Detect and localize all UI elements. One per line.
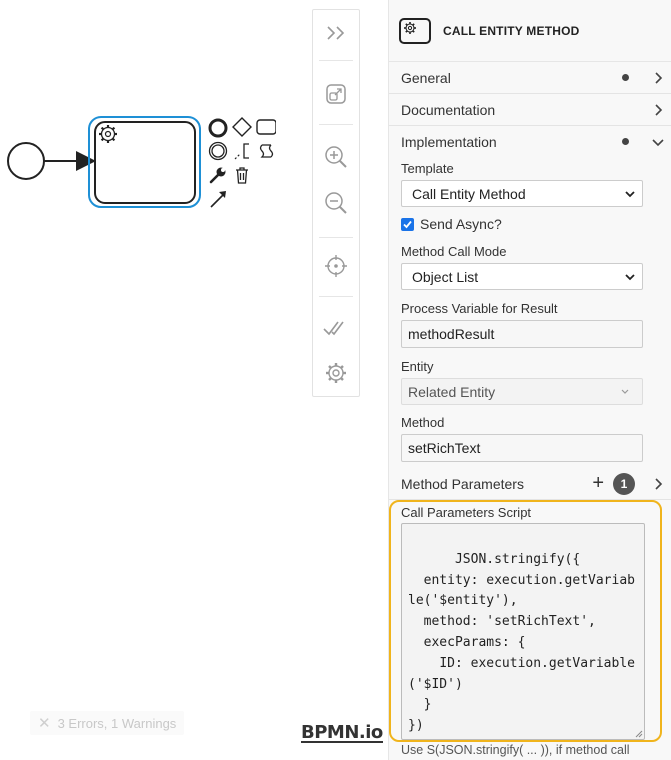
resize-grip-icon[interactable]	[635, 730, 643, 738]
chevron-right-icon	[655, 72, 663, 84]
toolbar-divider	[319, 60, 353, 61]
template-label: Template	[401, 161, 454, 176]
toolbar-divider	[319, 296, 353, 297]
data-marker-dot	[622, 138, 629, 145]
method-call-mode-entry: Method Call Mode Object List	[389, 244, 671, 290]
service-task-header-icon	[399, 17, 431, 44]
start-event[interactable]	[7, 142, 45, 180]
call-parameters-script-label: Call Parameters Script	[401, 505, 532, 520]
intermediate-event-icon[interactable]	[208, 141, 228, 161]
template-select[interactable]: Call Entity Method	[401, 180, 643, 207]
end-event-icon[interactable]	[208, 118, 228, 138]
send-async-label: Send Async?	[420, 216, 502, 232]
chevron-down-icon	[625, 274, 635, 281]
script-text: JSON.stringify({ entity: execution.getVa…	[408, 551, 635, 734]
script-hint-text: Use S(JSON.stringify( ... )), if method …	[401, 743, 630, 757]
method-call-mode-select[interactable]: Object List	[401, 263, 643, 290]
send-async-checkbox[interactable]	[401, 217, 414, 231]
template-entry: Template Call Entity Method	[389, 161, 671, 207]
zoom-out-icon[interactable]	[313, 185, 359, 221]
result-variable-label: Process Variable for Result	[401, 301, 558, 316]
chevron-down-icon	[621, 389, 629, 394]
parameter-count-badge: 1	[613, 473, 635, 495]
linting-status[interactable]: ✕ 3 Errors, 1 Warnings	[30, 711, 185, 735]
toolbar-divider	[319, 237, 353, 238]
linting-text: 3 Errors, 1 Warnings	[57, 715, 177, 731]
chevron-down-icon	[652, 139, 664, 147]
method-parameters-label: Method Parameters	[401, 475, 524, 492]
task-icon[interactable]	[256, 117, 276, 137]
properties-panel: CALL ENTITY METHOD General Documentation…	[388, 0, 671, 760]
toggle-panel-icon[interactable]	[313, 15, 359, 51]
checkmark-icon	[403, 220, 412, 228]
method-entry: Method setRichText	[389, 415, 671, 462]
group-general[interactable]: General	[389, 62, 671, 94]
append-more-icon[interactable]	[256, 141, 276, 161]
connect-arrow-icon[interactable]	[208, 189, 228, 209]
panel-title: CALL ENTITY METHOD	[443, 23, 580, 38]
chevron-right-icon	[655, 104, 663, 116]
chevron-down-icon	[625, 191, 635, 198]
method-input[interactable]: setRichText	[401, 434, 643, 462]
error-close-icon: ✕	[38, 715, 51, 732]
group-implementation[interactable]: Implementation	[389, 126, 671, 158]
validate-icon[interactable]	[313, 310, 359, 346]
group-documentation[interactable]: Documentation	[389, 94, 671, 126]
canvas-toolbar	[312, 9, 360, 397]
gateway-icon[interactable]	[232, 117, 252, 137]
method-call-mode-label: Method Call Mode	[401, 244, 507, 259]
settings-icon[interactable]	[313, 355, 359, 391]
trash-icon[interactable]	[232, 165, 252, 185]
call-parameters-script-textarea[interactable]: JSON.stringify({ entity: execution.getVa…	[401, 523, 645, 740]
entity-entry: Entity Related Entity	[389, 359, 671, 405]
result-variable-input[interactable]: methodResult	[401, 320, 643, 348]
chevron-right-icon[interactable]	[651, 477, 665, 491]
text-annotation-icon[interactable]	[232, 141, 252, 161]
result-variable-entry: Process Variable for Result methodResult	[389, 301, 671, 348]
method-call-mode-value: Object List	[412, 268, 479, 285]
group-documentation-label: Documentation	[401, 101, 496, 118]
data-marker-dot	[622, 74, 629, 81]
bpmn-io-logo[interactable]: BPMN.io	[301, 722, 383, 743]
fit-viewport-icon[interactable]	[313, 76, 359, 112]
template-value: Call Entity Method	[412, 185, 526, 202]
wrench-icon[interactable]	[208, 165, 228, 185]
method-parameters-header[interactable]: Method Parameters + 1	[389, 468, 671, 500]
entity-value: Related Entity	[408, 383, 496, 400]
add-parameter-button[interactable]: +	[592, 472, 604, 494]
toolbar-divider	[319, 124, 353, 125]
call-parameters-script-entry: Call Parameters Script JSON.stringify({ …	[389, 500, 662, 742]
entity-select[interactable]: Related Entity	[401, 378, 643, 405]
entity-label: Entity	[401, 359, 434, 374]
reset-view-icon[interactable]	[313, 248, 359, 284]
send-async-entry: Send Async?	[389, 216, 671, 232]
method-label: Method	[401, 415, 445, 430]
diagram-canvas[interactable]: ✕ 3 Errors, 1 Warnings BPMN.io	[0, 0, 383, 760]
zoom-in-icon[interactable]	[313, 139, 359, 175]
panel-header: CALL ENTITY METHOD	[389, 0, 671, 62]
